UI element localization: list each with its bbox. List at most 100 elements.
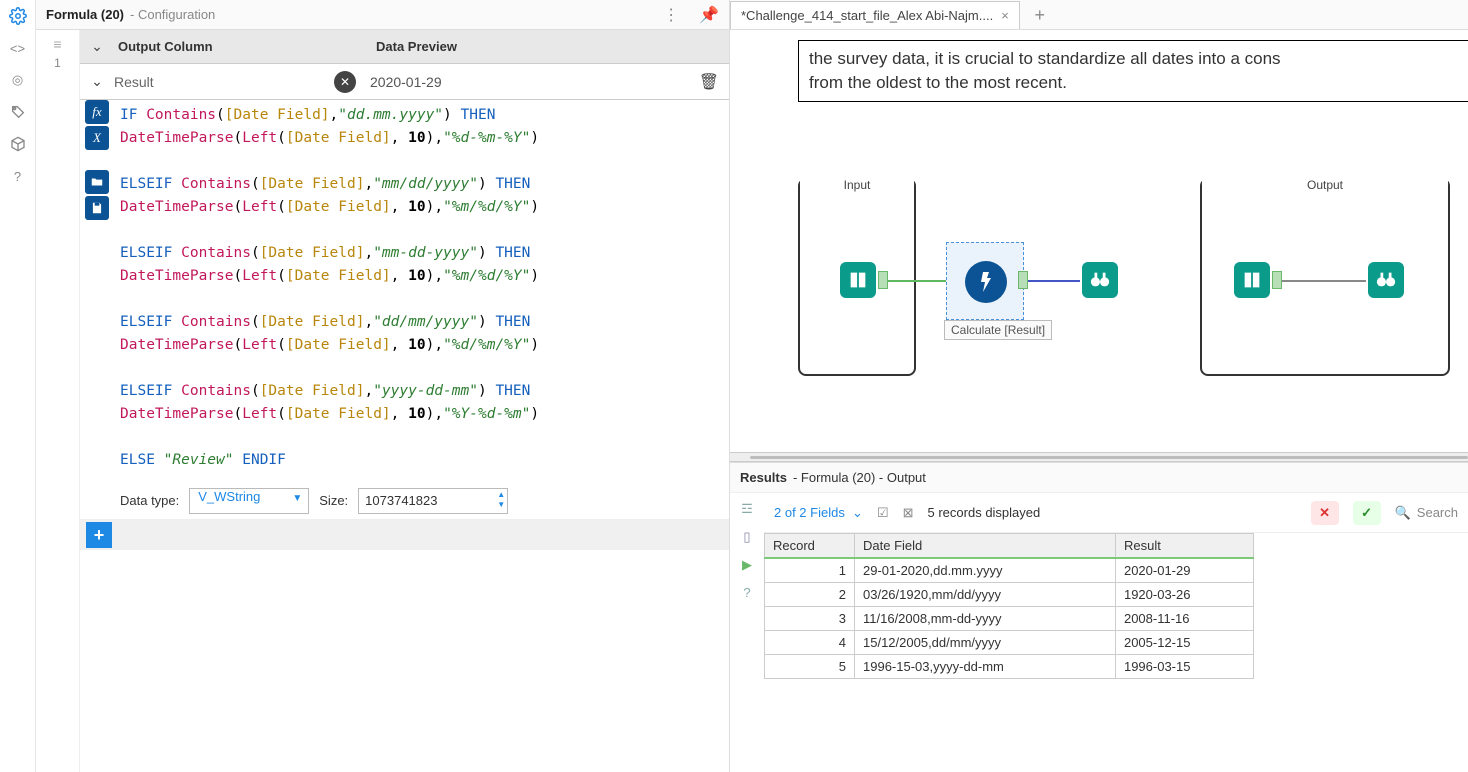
panel-title: Formula (20) xyxy=(46,7,124,22)
help-icon[interactable]: ? xyxy=(8,166,28,186)
checkbox-icon[interactable]: ☑ xyxy=(877,505,889,521)
description-box: the survey data, it is crucial to standa… xyxy=(798,40,1468,102)
datatype-label: Data type: xyxy=(120,493,179,508)
workflow-tabs: *Challenge_414_start_file_Alex Abi-Najm.… xyxy=(730,0,1468,30)
container-label: Output xyxy=(1202,178,1448,192)
container-label: Input xyxy=(800,178,914,192)
formula-tool-selected[interactable] xyxy=(946,242,1024,320)
add-row-bar: + xyxy=(80,520,729,550)
input-tool[interactable] xyxy=(840,262,876,298)
drag-handle-icon[interactable]: ≡ xyxy=(53,36,61,52)
cell-date-field: 15/12/2005,dd/mm/yyyy xyxy=(855,631,1116,655)
cell-result: 1920-03-26 xyxy=(1115,583,1253,607)
delete-icon[interactable]: 🗑 xyxy=(699,72,719,92)
chevron-down-icon[interactable]: ⌄ xyxy=(80,73,114,90)
tab-label: *Challenge_414_start_file_Alex Abi-Najm.… xyxy=(741,8,993,23)
cell-result: 1996-03-15 xyxy=(1115,655,1253,679)
save-icon[interactable] xyxy=(85,196,109,220)
help-icon[interactable]: ? xyxy=(743,585,750,600)
table-row[interactable]: 51996-15-03,yyyy-dd-mm1996-03-15 xyxy=(765,655,1254,679)
tag-icon[interactable] xyxy=(8,102,28,122)
desc-line: from the oldest to the most recent. xyxy=(809,71,1458,95)
datatype-select[interactable]: V_WString xyxy=(189,488,309,514)
table-row[interactable]: 311/16/2008,mm-dd-yyyy2008-11-16 xyxy=(765,607,1254,631)
chevron-down-icon[interactable]: ⌄ xyxy=(80,38,114,55)
results-title: Results xyxy=(740,470,787,485)
browse-tool[interactable] xyxy=(1368,262,1404,298)
cell-record: 5 xyxy=(765,655,855,679)
table-row[interactable]: 415/12/2005,dd/mm/yyyy2005-12-15 xyxy=(765,631,1254,655)
table-row[interactable]: 129-01-2020,dd.mm.yyyy2020-01-29 xyxy=(765,558,1254,583)
folder-icon[interactable] xyxy=(85,170,109,194)
gear-icon[interactable] xyxy=(8,6,28,26)
size-label: Size: xyxy=(319,493,348,508)
results-subtitle: - Formula (20) - Output xyxy=(793,470,926,485)
workflow-canvas[interactable]: the survey data, it is crucial to standa… xyxy=(730,30,1468,452)
close-icon[interactable]: × xyxy=(1001,8,1009,23)
input-tool[interactable] xyxy=(1234,262,1270,298)
output-row: ⌄ ✕ 2020-01-29 🗑 xyxy=(80,64,729,100)
columns-header: ⌄ Output Column Data Preview xyxy=(80,30,729,64)
fields-dropdown[interactable]: 2 of 2 Fields ⌄ xyxy=(774,505,863,521)
cell-date-field: 29-01-2020,dd.mm.yyyy xyxy=(855,558,1116,583)
configuration-panel: Formula (20) - Configuration ⋮ 📌 ≡ 1 ⌄ O… xyxy=(36,0,730,772)
panel-subtitle: - Configuration xyxy=(130,7,215,22)
output-column-input[interactable] xyxy=(114,70,334,94)
formula-editor[interactable]: IF Contains([Date Field],"dd.mm.yyyy") T… xyxy=(114,100,729,476)
output-anchor[interactable] xyxy=(878,271,888,289)
cell-result: 2008-11-16 xyxy=(1115,607,1253,631)
col-header[interactable]: Result xyxy=(1115,534,1253,559)
results-title-bar: Results - Formula (20) - Output xyxy=(730,463,1468,493)
cell-date-field: 03/26/1920,mm/dd/yyyy xyxy=(855,583,1116,607)
cell-record: 2 xyxy=(765,583,855,607)
spinner-icon[interactable]: ▲▼ xyxy=(497,490,505,510)
cell-result: 2020-01-29 xyxy=(1115,558,1253,583)
tool-icon-bar: <> ◎ ? xyxy=(0,0,36,772)
x-box-icon[interactable]: ⊠ xyxy=(903,505,914,521)
col-header[interactable]: Record xyxy=(765,534,855,559)
cell-record: 4 xyxy=(765,631,855,655)
output-column-header: Output Column xyxy=(114,39,376,54)
target-icon[interactable]: ◎ xyxy=(8,70,28,90)
tab-workflow[interactable]: *Challenge_414_start_file_Alex Abi-Najm.… xyxy=(730,1,1020,29)
horizontal-splitter[interactable] xyxy=(730,452,1468,462)
results-toolbar: 2 of 2 Fields ⌄ ☑ ⊠ 5 records displayed … xyxy=(764,493,1468,533)
editor-icon-column: fx X xyxy=(80,100,114,476)
apply-button[interactable]: ✓ xyxy=(1353,501,1381,525)
column-icon[interactable]: ▯ xyxy=(743,529,750,545)
add-button[interactable]: + xyxy=(86,522,112,548)
output-anchor[interactable] xyxy=(1018,271,1028,289)
more-icon[interactable]: ⋮ xyxy=(663,5,679,25)
panel-title-bar: Formula (20) - Configuration ⋮ 📌 xyxy=(36,0,729,30)
cell-record: 3 xyxy=(765,607,855,631)
data-preview-header: Data Preview xyxy=(376,39,457,54)
clear-icon[interactable]: ✕ xyxy=(334,71,356,93)
size-input[interactable]: 1073741823▲▼ xyxy=(358,488,508,514)
list-icon[interactable]: ☲ xyxy=(741,501,753,517)
datatype-row: Data type: V_WString Size: 1073741823▲▼ xyxy=(80,482,729,520)
anchor-out-icon[interactable]: ▶ xyxy=(742,557,752,573)
connection xyxy=(1278,280,1366,282)
code-icon[interactable]: <> xyxy=(8,38,28,58)
x-var-icon[interactable]: X xyxy=(85,126,109,150)
desc-line: the survey data, it is crucial to standa… xyxy=(809,47,1458,71)
search-input[interactable]: 🔍 Search xyxy=(1395,505,1458,521)
formula-tool[interactable] xyxy=(965,261,1007,303)
cancel-button[interactable]: ✕ xyxy=(1311,501,1339,525)
table-row[interactable]: 203/26/1920,mm/dd/yyyy1920-03-26 xyxy=(765,583,1254,607)
new-tab-button[interactable]: + xyxy=(1026,1,1054,29)
pin-icon[interactable]: 📌 xyxy=(699,5,719,25)
browse-tool[interactable] xyxy=(1082,262,1118,298)
tool-annotation: Calculate [Result] xyxy=(944,320,1052,340)
connection xyxy=(1024,280,1080,282)
records-label: 5 records displayed xyxy=(928,505,1041,520)
row-gutter: ≡ 1 xyxy=(36,30,80,772)
cube-icon[interactable] xyxy=(8,134,28,154)
cell-date-field: 1996-15-03,yyyy-dd-mm xyxy=(855,655,1116,679)
fx-icon[interactable]: fx xyxy=(85,100,109,124)
cell-record: 1 xyxy=(765,558,855,583)
output-anchor[interactable] xyxy=(1272,271,1282,289)
col-header[interactable]: Date Field xyxy=(855,534,1116,559)
right-pane: *Challenge_414_start_file_Alex Abi-Najm.… xyxy=(730,0,1468,772)
row-number: 1 xyxy=(54,56,61,70)
